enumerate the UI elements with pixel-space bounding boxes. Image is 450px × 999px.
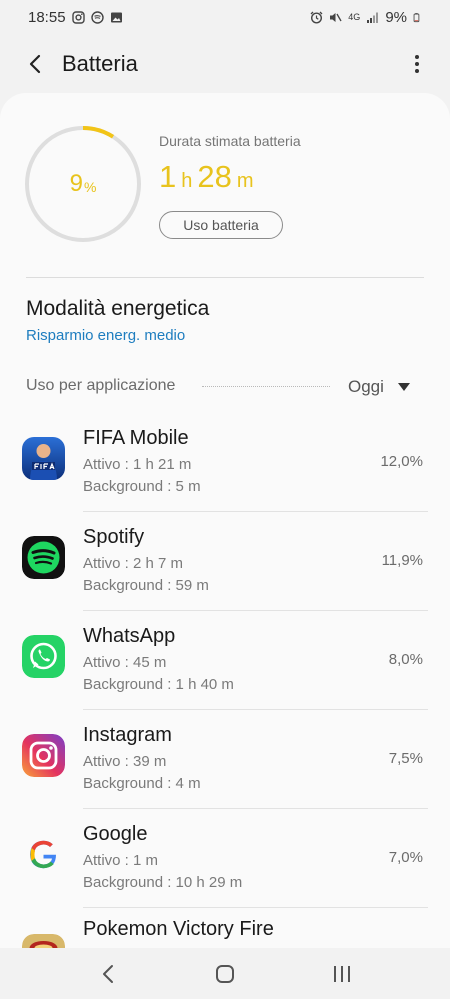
app-background-time: Background : 10 h 29 m [83, 874, 243, 891]
app-row-instagram[interactable]: Instagram Attivo : 39 m Background : 4 m… [0, 710, 450, 809]
app-row-google[interactable]: Google Attivo : 1 m Background : 10 h 29… [0, 809, 450, 908]
app-active-time: Attivo : 1 h 21 m [83, 456, 192, 473]
status-time: 18:55 [28, 8, 66, 26]
estimated-minutes: 28 [197, 159, 232, 194]
instagram-icon [71, 10, 85, 24]
dropdown-arrow-icon [397, 383, 410, 391]
signal-icon [367, 12, 379, 23]
whatsapp-icon [22, 635, 65, 678]
battery-level-value: 9 [69, 170, 83, 197]
estimated-hours-unit: h [181, 170, 193, 192]
usage-per-app-label: Uso per applicazione [26, 377, 176, 394]
nav-back-icon [103, 964, 114, 983]
app-row-whatsapp[interactable]: WhatsApp Attivo : 45 m Background : 1 h … [0, 611, 450, 710]
app-bar: Batteria [0, 40, 450, 88]
app-name: WhatsApp [83, 625, 176, 647]
fifa-mobile-icon [22, 437, 65, 480]
app-row-spotify[interactable]: Spotify Attivo : 2 h 7 m Background : 59… [0, 512, 450, 611]
battery-summary: 9% Durata stimata batteria 1 h 28 m Uso … [0, 93, 450, 278]
app-background-time: Background : 5 m [83, 478, 201, 495]
app-usage-percent: 7,5% [388, 750, 423, 767]
app-usage-percent: 11,9% [381, 552, 423, 569]
status-right: 4G 9% [310, 9, 422, 26]
nav-back-button[interactable] [88, 954, 128, 994]
estimated-duration-label: Durata stimata batteria [159, 133, 301, 149]
dotted-separator [202, 386, 330, 387]
more-options-button[interactable] [402, 46, 432, 82]
instagram-icon [22, 734, 65, 777]
app-name: Spotify [83, 526, 145, 548]
more-vert-icon [415, 55, 419, 73]
nav-home-button[interactable] [205, 954, 245, 994]
battery-icon [413, 12, 420, 22]
navigation-bar [0, 948, 450, 999]
app-name: Instagram [83, 724, 172, 746]
status-left: 18:55 [28, 9, 123, 26]
google-icon [22, 833, 65, 876]
back-button[interactable] [18, 46, 54, 82]
nav-home-icon [215, 964, 234, 983]
app-usage-percent: 8,0% [388, 651, 423, 668]
estimated-hours: 1 [159, 159, 177, 194]
spotify-icon [22, 536, 65, 579]
section-divider [26, 277, 424, 278]
estimated-duration-value: 1 h 28 m [159, 159, 259, 195]
page-title: Batteria [62, 51, 138, 76]
network-type: 4G [348, 12, 361, 22]
alarm-icon [310, 11, 323, 24]
period-dropdown[interactable]: Oggi [348, 377, 410, 397]
app-background-time: Background : 1 h 40 m [83, 676, 234, 693]
app-active-time: Attivo : 39 m [83, 753, 167, 770]
power-mode-subtitle: Risparmio energ. medio [26, 327, 186, 344]
nav-recents-icon [333, 965, 350, 982]
app-row-fifa-mobile[interactable]: FIFA Mobile Attivo : 1 h 21 m Background… [0, 413, 450, 512]
app-usage-percent: 7,0% [388, 849, 423, 866]
vibrate-mute-icon [330, 12, 342, 22]
battery-usage-button[interactable]: Uso batteria [159, 211, 283, 239]
app-active-time: Attivo : 2 h 7 m [83, 555, 184, 572]
power-mode-title: Modalità energetica [26, 297, 210, 320]
app-name: Pokemon Victory Fire [83, 918, 274, 940]
app-background-time: Background : 4 m [83, 775, 201, 792]
battery-level-unit: % [83, 179, 97, 195]
app-active-time: Attivo : 45 m [83, 654, 167, 671]
app-background-time: Background : 59 m [83, 577, 209, 594]
app-usage-percent: 12,0% [380, 453, 423, 470]
battery-level-text: 9% [24, 125, 142, 243]
pokemon-icon [22, 934, 65, 948]
spotify-notification-icon [90, 10, 104, 24]
status-bar: 18:55 4G 9% [0, 0, 450, 34]
nav-recents-button[interactable] [322, 954, 362, 994]
app-active-time: Attivo : 1 m [83, 852, 159, 869]
back-chevron-icon [29, 54, 41, 74]
app-name: Google [83, 823, 148, 845]
gallery-icon [110, 12, 122, 22]
app-name: FIFA Mobile [83, 427, 189, 449]
battery-percent: 9% [385, 8, 407, 26]
app-row-pokemon[interactable]: Pokemon Victory Fire [0, 908, 450, 948]
battery-card: 9% Durata stimata batteria 1 h 28 m Uso … [0, 93, 450, 948]
estimated-minutes-unit: m [236, 170, 254, 192]
period-value: Oggi [348, 377, 384, 396]
